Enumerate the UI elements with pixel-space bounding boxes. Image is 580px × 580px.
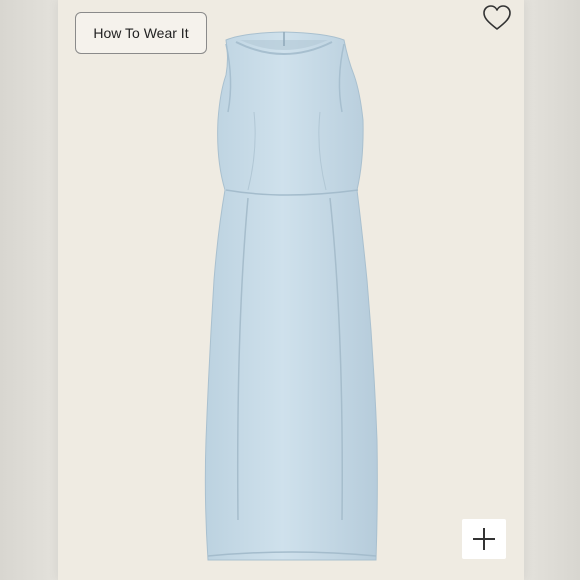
how-to-wear-button[interactable]: How To Wear It <box>75 12 207 54</box>
heart-icon[interactable] <box>482 4 512 32</box>
plus-icon <box>473 528 495 550</box>
dress-image <box>204 31 378 561</box>
zoom-button[interactable] <box>462 519 506 559</box>
blurred-background-right <box>522 0 580 580</box>
product-photo[interactable]: How To Wear It <box>58 0 524 580</box>
product-image-viewer: How To Wear It <box>0 0 580 580</box>
blurred-background-left <box>0 0 60 580</box>
